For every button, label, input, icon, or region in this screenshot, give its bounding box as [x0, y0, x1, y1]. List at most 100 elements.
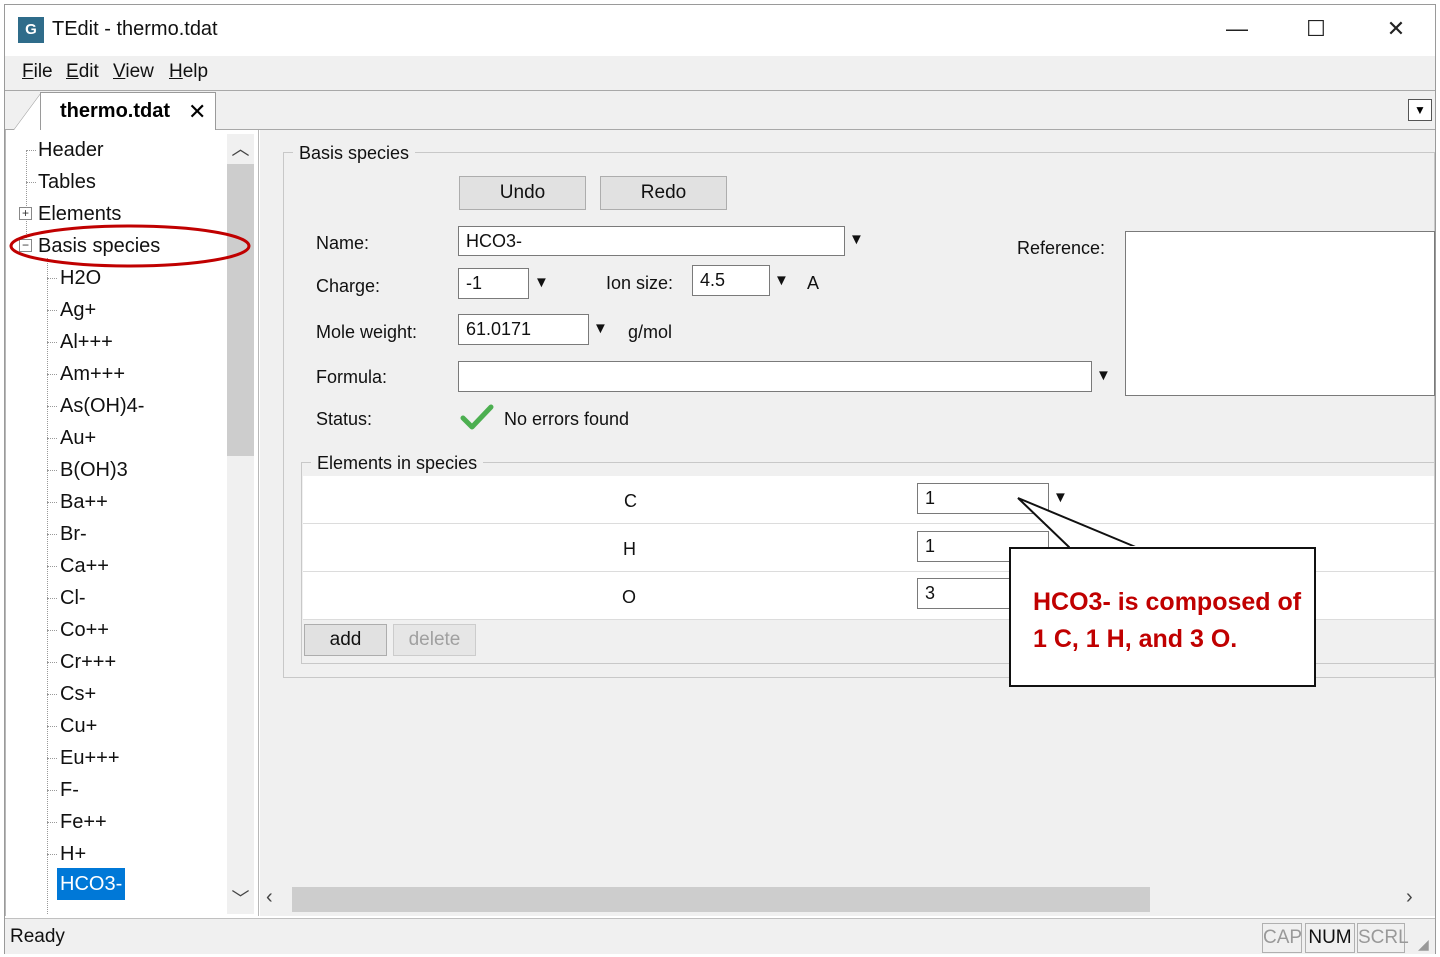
tree-connector: [47, 438, 57, 439]
tree-item-species[interactable]: F-: [57, 777, 82, 803]
mole-weight-input[interactable]: 61.0171: [458, 314, 589, 345]
group-title: Basis species: [293, 143, 416, 164]
tab-close-icon[interactable]: ✕: [188, 99, 206, 125]
charge-label: Charge:: [316, 276, 381, 296]
charge-input[interactable]: -1: [458, 268, 529, 299]
tree-item-species[interactable]: Ba++: [57, 489, 111, 515]
scroll-up-icon[interactable]: ︿: [227, 135, 254, 163]
tree-item-header[interactable]: Header: [35, 137, 107, 163]
tab-label: thermo.tdat: [60, 100, 170, 122]
reference-label: Reference:: [1017, 238, 1106, 258]
tree-connector: [47, 854, 57, 855]
app-logo-icon: G: [18, 17, 44, 43]
formula-dropdown-icon[interactable]: ▼: [1096, 367, 1111, 384]
menu-help[interactable]: Help: [169, 61, 208, 83]
tree-item-species[interactable]: Al+++: [57, 329, 116, 355]
mole-weight-label: Mole weight:: [316, 322, 418, 342]
tree-item-species[interactable]: Eu+++: [57, 745, 123, 771]
tree-connector: [47, 502, 57, 503]
tree-connector: [47, 566, 57, 567]
element-name: O: [622, 587, 637, 607]
charge-dropdown-icon[interactable]: ▼: [534, 274, 549, 291]
elements-group-title: Elements in species: [311, 453, 484, 474]
name-dropdown-icon[interactable]: ▼: [849, 231, 864, 248]
tree-connector: [47, 726, 57, 727]
tree-connector: [47, 694, 57, 695]
menu-edit[interactable]: Edit: [66, 61, 99, 83]
annotation-text: HCO3- is composed of 1 C, 1 H, and 3 O.: [1033, 588, 1302, 653]
formula-label: Formula:: [316, 367, 388, 387]
tree-connector: [47, 758, 57, 759]
tab-list-dropdown-icon[interactable]: ▼: [1408, 99, 1432, 121]
tree-connector: [47, 790, 57, 791]
delete-button: delete: [393, 624, 476, 656]
maximize-button[interactable]: ☐: [1296, 14, 1336, 44]
formula-input[interactable]: [458, 361, 1092, 392]
tree-item-species[interactable]: Cu+: [57, 713, 100, 739]
ion-size-dropdown-icon[interactable]: ▼: [774, 272, 789, 289]
callout-pointer: [1017, 497, 1139, 550]
horizontal-scrollbar-thumb[interactable]: [292, 887, 1150, 912]
table-row[interactable]: [303, 476, 1434, 524]
tree-scrollbar-thumb[interactable]: [227, 164, 254, 456]
tree-item-species[interactable]: Cs+: [57, 681, 99, 707]
tree-item-species[interactable]: As(OH)4-: [57, 393, 147, 419]
resize-grip-icon[interactable]: ◢: [1418, 936, 1429, 953]
name-input[interactable]: HCO3-: [458, 226, 845, 256]
menu-bar: [5, 56, 1435, 90]
close-window-button[interactable]: ✕: [1376, 14, 1416, 44]
scroll-right-icon[interactable]: ›: [1406, 886, 1413, 909]
tab-strip: [5, 90, 1435, 130]
status-label: Status:: [316, 409, 373, 429]
undo-button[interactable]: Undo: [459, 176, 586, 210]
tree-item-species[interactable]: Cl-: [57, 585, 89, 611]
scroll-lock-indicator: SCRL: [1357, 923, 1409, 953]
tree-connector: [47, 598, 57, 599]
tree-item-species[interactable]: Au+: [57, 425, 99, 451]
tree-item-species[interactable]: Ag+: [57, 297, 99, 323]
tree-connector: [47, 406, 57, 407]
tree-item-species[interactable]: Ca++: [57, 553, 112, 579]
tree-item-species[interactable]: Co++: [57, 617, 112, 643]
element-name: H: [623, 539, 636, 559]
tree-item-tables[interactable]: Tables: [35, 169, 99, 195]
menu-file[interactable]: File: [22, 61, 53, 83]
reference-textarea[interactable]: [1125, 231, 1435, 396]
ion-size-label: Ion size:: [606, 273, 674, 293]
redo-button[interactable]: Redo: [600, 176, 727, 210]
add-button[interactable]: add: [304, 624, 387, 656]
annotation-circle: [9, 224, 251, 268]
window-title: TEdit - thermo.tdat: [52, 18, 218, 40]
tree-connector: [47, 630, 57, 631]
ion-size-unit: A: [807, 273, 820, 293]
name-label: Name:: [316, 233, 370, 253]
tree-connector: [47, 310, 57, 311]
checkmark-icon: [460, 404, 494, 430]
scroll-down-icon[interactable]: ﹀: [227, 885, 254, 913]
expand-plus-icon[interactable]: +: [19, 207, 32, 220]
num-lock-indicator: NUM: [1305, 923, 1355, 953]
tree-connector: [47, 342, 57, 343]
status-bar: [5, 918, 1435, 954]
tree-item-species[interactable]: Fe++: [57, 809, 110, 835]
minimize-button[interactable]: —: [1217, 14, 1257, 44]
status-message: No errors found: [504, 409, 630, 429]
mole-weight-dropdown-icon[interactable]: ▼: [593, 320, 608, 337]
tree-connector: [47, 258, 48, 914]
tree-item-species[interactable]: B(OH)3: [57, 457, 131, 483]
tree-connector: [47, 822, 57, 823]
ion-size-input[interactable]: 4.5: [692, 265, 770, 296]
menu-view[interactable]: View: [113, 61, 154, 83]
scroll-left-icon[interactable]: ‹: [266, 886, 273, 909]
element-name: C: [624, 491, 637, 511]
tree-connector: [47, 374, 57, 375]
tree-item-species[interactable]: H+: [57, 841, 89, 867]
tree-item-species[interactable]: Br-: [57, 521, 90, 547]
mole-weight-unit: g/mol: [628, 322, 673, 342]
tree-connector: [47, 470, 57, 471]
tree-connector: [47, 662, 57, 663]
tree-item-species-selected[interactable]: HCO3-: [57, 868, 126, 900]
tree-item-species[interactable]: Cr+++: [57, 649, 119, 675]
tree-item-species[interactable]: Am+++: [57, 361, 128, 387]
tree-connector: [47, 278, 57, 279]
